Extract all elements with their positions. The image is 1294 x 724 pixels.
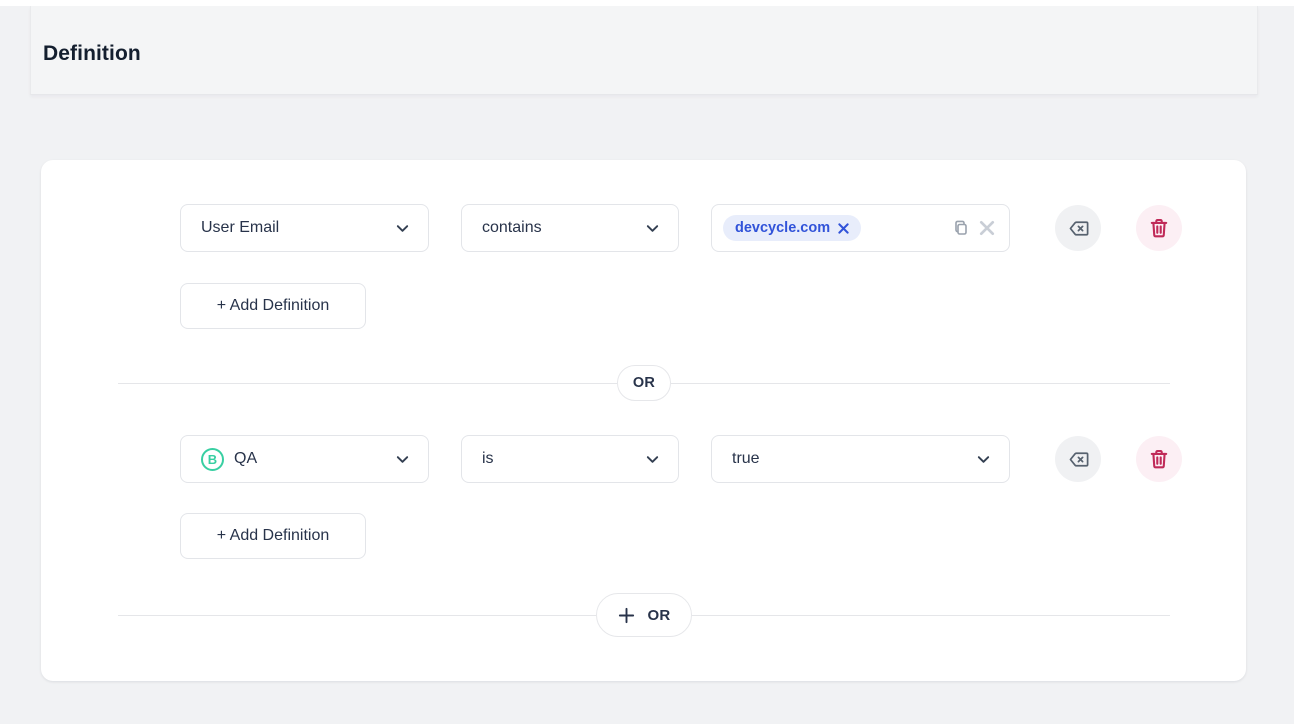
backspace-delete-icon — [1067, 217, 1090, 240]
add-definition-button[interactable]: + Add Definition — [180, 513, 366, 559]
comparator-select-label: contains — [482, 219, 542, 237]
boolean-type-icon: B — [201, 448, 224, 471]
chevron-down-icon — [645, 452, 660, 467]
copy-icon[interactable] — [952, 219, 970, 237]
chevron-down-icon — [395, 221, 410, 236]
chevron-down-icon — [645, 221, 660, 236]
backspace-delete-icon — [1067, 448, 1090, 471]
value-select-true[interactable]: true — [711, 435, 1010, 483]
add-or-label: OR — [647, 607, 670, 624]
definition-builder-card: User Email contains devcycle.com — [41, 160, 1246, 681]
value-tag-chip: devcycle.com — [723, 215, 861, 241]
property-select-label: QA — [234, 450, 257, 468]
add-or-row: OR — [118, 593, 1170, 637]
add-definition-button[interactable]: + Add Definition — [180, 283, 366, 329]
value-tag-text: devcycle.com — [735, 220, 830, 236]
property-select-qa[interactable]: B QA — [180, 435, 429, 483]
clear-input-icon[interactable] — [979, 220, 995, 236]
trash-icon — [1147, 216, 1171, 240]
definition-section-header: Definition — [30, 6, 1258, 95]
values-tag-input[interactable]: devcycle.com — [711, 204, 1010, 252]
value-select-label: true — [732, 450, 760, 468]
delete-row-button[interactable] — [1136, 205, 1182, 251]
or-divider-pill: OR — [617, 365, 671, 401]
add-or-button[interactable]: OR — [596, 593, 691, 637]
or-divider: OR — [118, 365, 1170, 401]
plus-icon — [617, 606, 636, 625]
divider-line — [671, 383, 1170, 384]
divider-line — [118, 615, 596, 616]
page-title: Definition — [43, 42, 141, 66]
comparator-select-contains[interactable]: contains — [461, 204, 679, 252]
chevron-down-icon — [976, 452, 991, 467]
delete-row-button[interactable] — [1136, 436, 1182, 482]
trash-icon — [1147, 447, 1171, 471]
comparator-select-is[interactable]: is — [461, 435, 679, 483]
divider-line — [692, 615, 1170, 616]
clear-row-button[interactable] — [1055, 205, 1101, 251]
remove-tag-icon[interactable] — [838, 223, 849, 234]
property-select-label: User Email — [201, 219, 279, 237]
divider-line — [118, 383, 617, 384]
comparator-select-label: is — [482, 450, 494, 468]
clear-row-button[interactable] — [1055, 436, 1101, 482]
property-select-user-email[interactable]: User Email — [180, 204, 429, 252]
chevron-down-icon — [395, 452, 410, 467]
